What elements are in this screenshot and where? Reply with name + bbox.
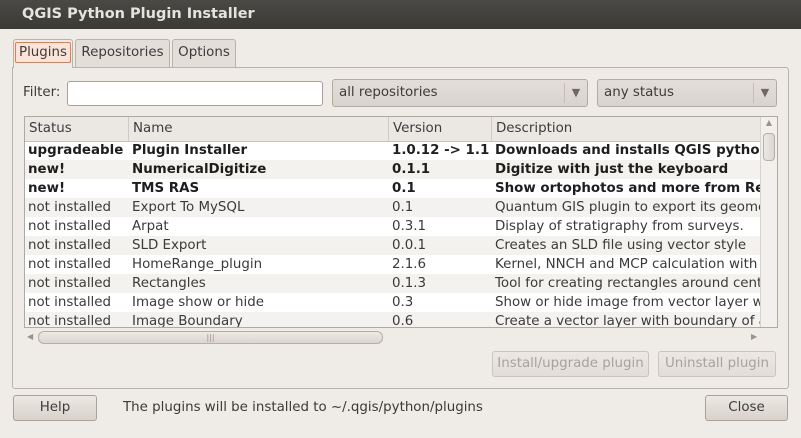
name-cell: Image show or hide (132, 295, 264, 310)
version-cell: 1.0.12 -> 1.1 (392, 143, 490, 158)
column-header-description[interactable]: Description (492, 117, 765, 141)
description-cell: Display of stratigraphy from surveys. (495, 219, 744, 234)
tab-repositories-label: Repositories (81, 45, 164, 60)
plugin-installer-window: QGIS Python Plugin Installer Plugins Rep… (0, 0, 801, 438)
help-button[interactable]: Help (13, 395, 97, 421)
description-cell: Creates an SLD file using vector style (495, 238, 747, 253)
name-cell: TMS RAS (132, 181, 200, 196)
status-cell: not installed (28, 257, 112, 272)
status-cell: not installed (28, 219, 112, 234)
status-cell: not installed (28, 314, 112, 328)
tab-options-label: Options (178, 45, 230, 60)
horizontal-scroll-thumb[interactable]: ||| (38, 331, 383, 344)
name-cell: Plugin Installer (132, 143, 248, 158)
status-select-value: any status (604, 85, 675, 100)
column-header-version[interactable]: Version (389, 117, 492, 141)
description-cell: Show ortophotos and more from Re (495, 181, 762, 196)
status-cell: not installed (28, 238, 112, 253)
status-cell: upgradeable (28, 143, 124, 158)
install-path-message: The plugins will be installed to ~/.qgis… (123, 400, 483, 415)
description-cell: Kernel, NNCH and MCP calculation with R (495, 257, 762, 272)
description-cell: Show or hide image from vector layer wit… (495, 295, 762, 310)
repository-select-value: all repositories (339, 85, 438, 100)
table-row[interactable]: not installed SLD Export 0.0.1 Creates a… (25, 236, 762, 255)
status-select[interactable]: any status ▼ (597, 79, 777, 107)
tab-plugins[interactable]: Plugins (13, 39, 73, 68)
description-cell: Tool for creating rectangles around cent… (495, 276, 762, 291)
scroll-left-arrow-icon[interactable]: ◀ (27, 332, 33, 341)
table-row[interactable]: not installed Arpat 0.3.1 Display of str… (25, 217, 762, 236)
filter-label: Filter: (23, 85, 61, 100)
name-cell: Rectangles (132, 276, 206, 291)
column-header-name[interactable]: Name (129, 117, 389, 141)
vertical-scrollbar[interactable]: ▲ (760, 117, 777, 327)
status-cell: not installed (28, 276, 112, 291)
name-cell: Arpat (132, 219, 169, 234)
status-cell: not installed (28, 200, 112, 215)
table-row[interactable]: not installed Rectangles 0.1.3 Tool for … (25, 274, 762, 293)
version-cell: 0.3.1 (392, 219, 427, 234)
window-title: QGIS Python Plugin Installer (0, 0, 801, 29)
table-row[interactable]: not installed Image Boundary 0.6 Create … (25, 312, 762, 328)
version-cell: 0.6 (392, 314, 414, 328)
name-cell: NumericalDigitize (132, 162, 267, 177)
description-cell: Quantum GIS plugin to export its geometr… (495, 200, 762, 215)
version-cell: 2.1.6 (392, 257, 427, 272)
table-row[interactable]: upgradeable Plugin Installer 1.0.12 -> 1… (25, 141, 762, 160)
filter-input[interactable] (67, 81, 323, 106)
table-row[interactable]: not installed Image show or hide 0.3 Sho… (25, 293, 762, 312)
description-cell: Downloads and installs QGIS python plugi… (495, 143, 762, 158)
plugins-table: Status Name Version Description upgradea… (24, 116, 778, 328)
version-cell: 0.1 (392, 181, 416, 196)
scroll-right-arrow-icon[interactable]: ▶ (751, 332, 757, 341)
column-header-status[interactable]: Status (25, 117, 129, 141)
version-cell: 0.1 (392, 200, 414, 215)
version-cell: 0.3 (392, 295, 414, 310)
version-cell: 0.1.3 (392, 276, 427, 291)
description-cell: Digitize with just the keyboard (495, 162, 729, 177)
uninstall-button[interactable]: Uninstall plugin (658, 351, 776, 377)
repository-select[interactable]: all repositories ▼ (332, 79, 588, 107)
table-body: upgradeable Plugin Installer 1.0.12 -> 1… (25, 141, 762, 328)
horizontal-scrollbar[interactable]: ◀ ||| ▶ (24, 329, 762, 346)
tab-repositories[interactable]: Repositories (75, 39, 170, 67)
name-cell: HomeRange_plugin (132, 257, 263, 272)
tab-options[interactable]: Options (172, 39, 236, 67)
name-cell: Image Boundary (132, 314, 243, 328)
table-row[interactable]: new! NumericalDigitize 0.1.1 Digitize wi… (25, 160, 762, 179)
table-row[interactable]: not installed Export To MySQL 0.1 Quantu… (25, 198, 762, 217)
install-upgrade-button[interactable]: Install/upgrade plugin (492, 351, 649, 377)
name-cell: Export To MySQL (132, 200, 245, 215)
status-cell: new! (28, 162, 66, 177)
status-cell: new! (28, 181, 66, 196)
table-header: Status Name Version Description (25, 117, 765, 142)
scroll-up-arrow-icon[interactable]: ▲ (761, 118, 777, 127)
table-row[interactable]: not installed HomeRange_plugin 2.1.6 Ker… (25, 255, 762, 274)
status-cell: not installed (28, 295, 112, 310)
chevron-down-icon: ▼ (753, 83, 776, 103)
vertical-scroll-thumb[interactable] (763, 133, 775, 161)
name-cell: SLD Export (132, 238, 207, 253)
version-cell: 0.0.1 (392, 238, 427, 253)
chevron-down-icon: ▼ (564, 83, 587, 103)
tab-plugins-label: Plugins (15, 42, 71, 63)
close-button[interactable]: Close (705, 395, 788, 421)
version-cell: 0.1.1 (392, 162, 431, 177)
description-cell: Create a vector layer with boundary of a… (495, 314, 762, 328)
table-row[interactable]: new! TMS RAS 0.1 Show ortophotos and mor… (25, 179, 762, 198)
